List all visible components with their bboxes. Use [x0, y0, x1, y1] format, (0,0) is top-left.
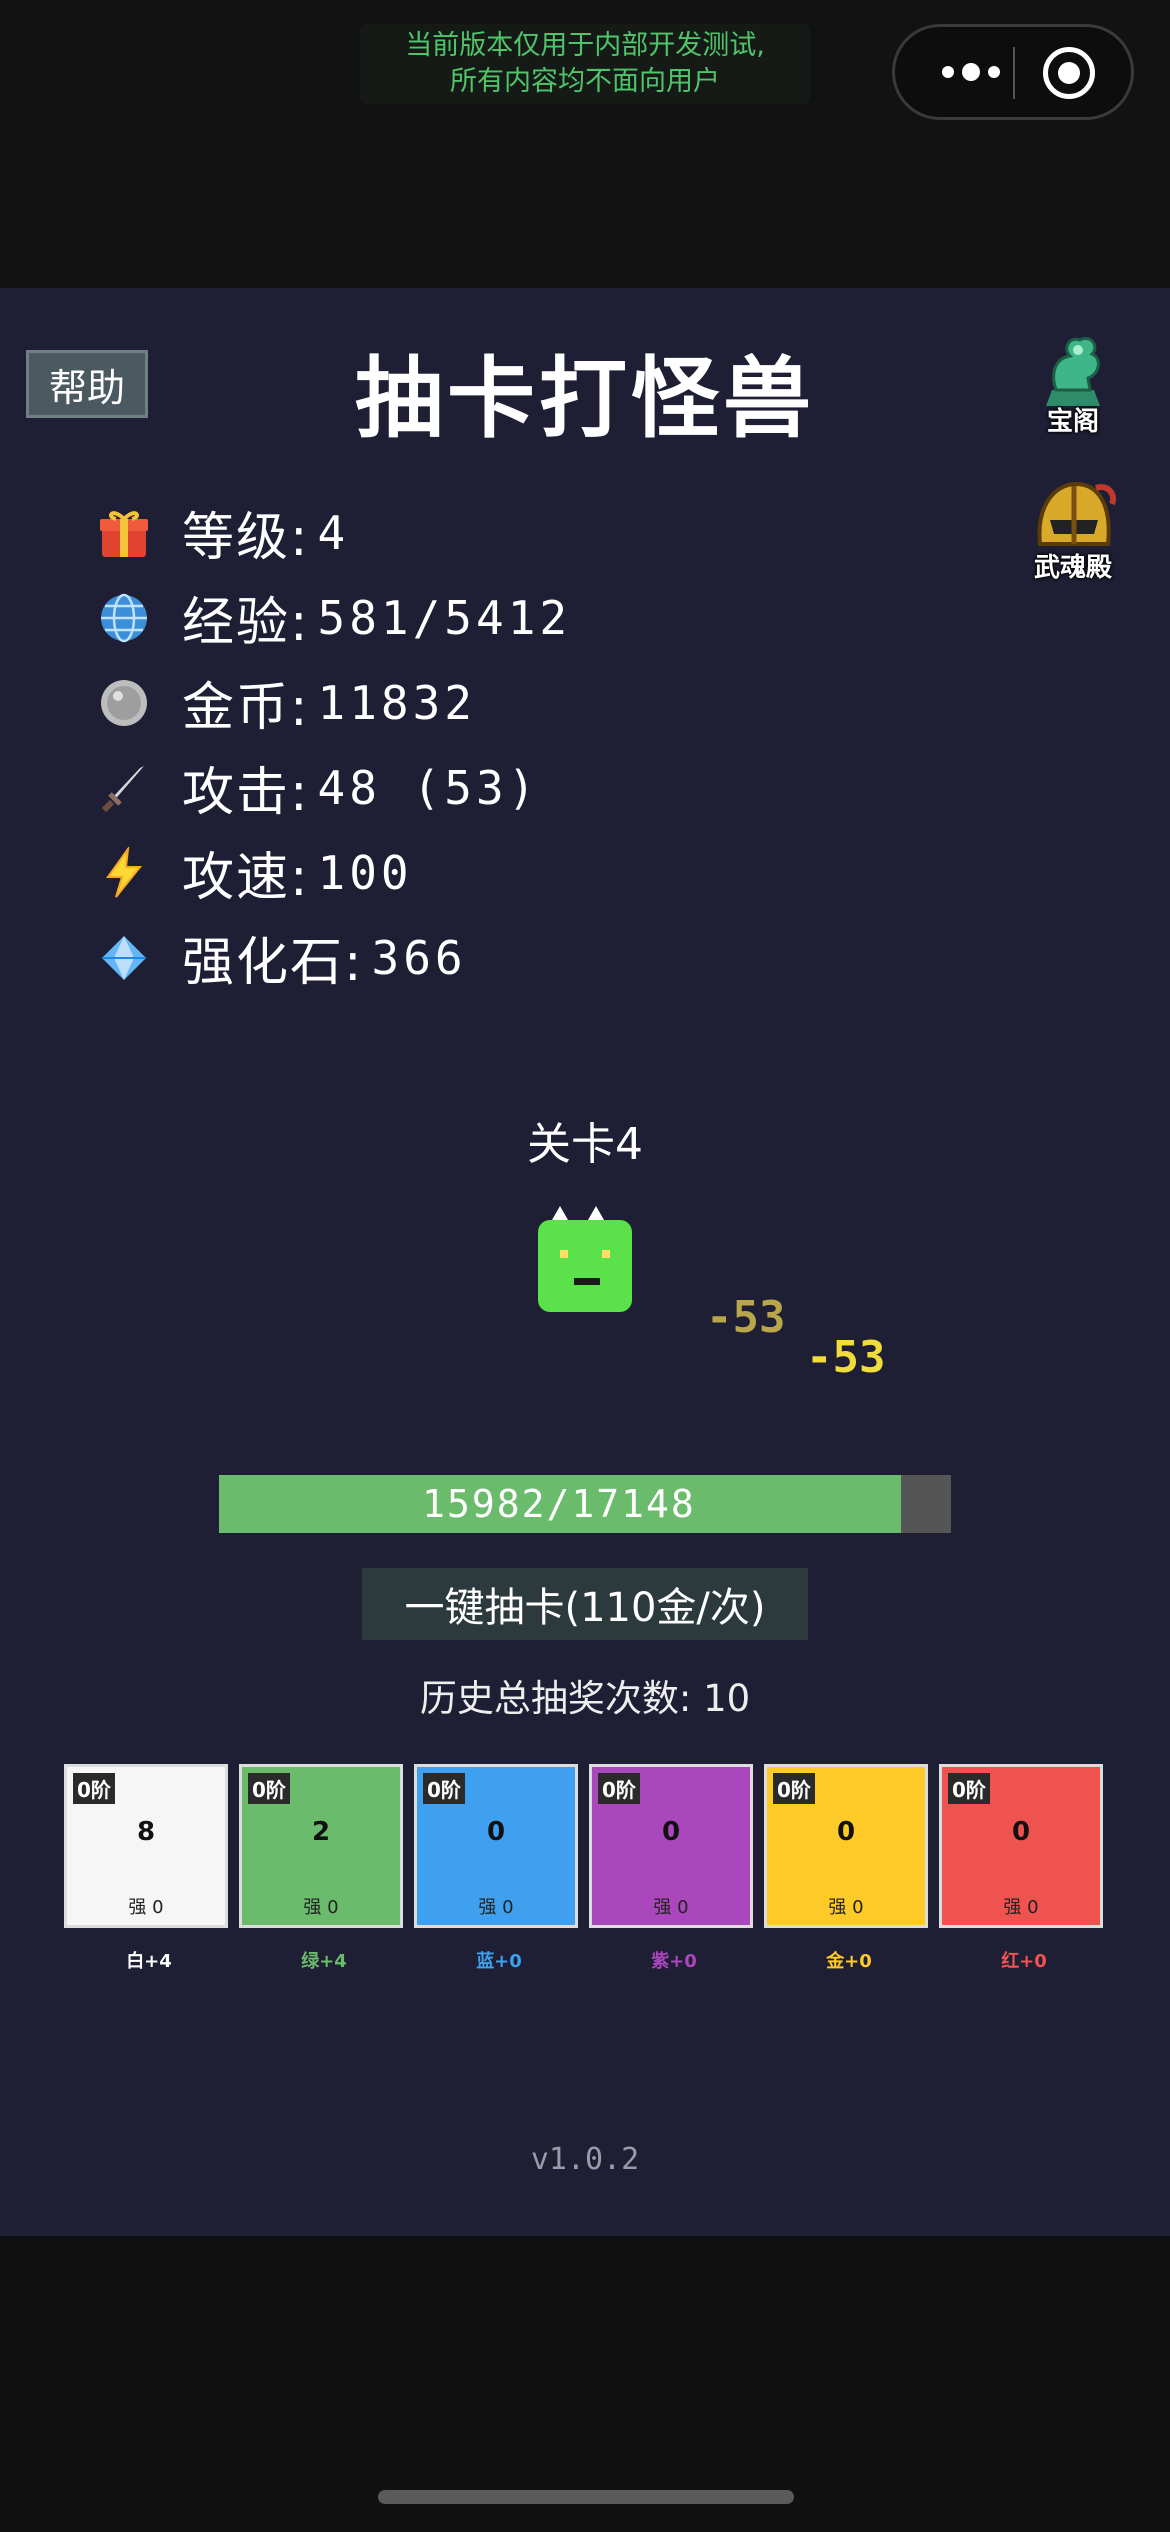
card-caption: 绿+4 — [301, 1951, 347, 1972]
card-green[interactable]: 0阶 2 强 0 绿+4 — [239, 1764, 403, 1972]
draw-cards-button[interactable]: 一键抽卡(110金/次) — [362, 1568, 808, 1640]
stat-enhance-stone: 强化石: 366 — [96, 915, 571, 1000]
sword-icon — [96, 760, 152, 816]
card-rank: 0阶 — [248, 1773, 290, 1804]
stat-label: 强化石: — [182, 933, 364, 993]
card-gold[interactable]: 0阶 0 强 0 金+0 — [764, 1764, 928, 1972]
hp-text: 15982/17148 — [422, 1482, 696, 1526]
lightning-icon — [96, 845, 152, 901]
stat-value: 100 — [317, 845, 413, 900]
card-count: 0 — [661, 1817, 681, 1847]
dev-notice-line-1: 当前版本仅用于内部开发测试, — [405, 30, 765, 61]
card-count: 2 — [311, 1817, 331, 1847]
card-purple[interactable]: 0阶 0 强 0 紫+0 — [589, 1764, 753, 1972]
card-red[interactable]: 0阶 0 强 0 红+0 — [939, 1764, 1103, 1972]
game-panel: 帮助 抽卡打怪兽 宝阁 武魂殿 等级: 4 经验: 581/5412 金币: 1… — [0, 288, 1170, 2236]
card-count: 8 — [136, 1817, 156, 1847]
card-row: 0阶 8 强 0 白+4 0阶 2 强 0 绿+4 0阶 0 强 0 蓝+0 0… — [64, 1764, 1106, 1972]
card-enhance: 强 0 — [653, 1897, 689, 1918]
card-enhance: 强 0 — [478, 1897, 514, 1918]
home-indicator[interactable] — [378, 2490, 794, 2504]
game-title: 抽卡打怪兽 — [354, 347, 815, 450]
card-count: 0 — [486, 1817, 506, 1847]
card-rank: 0阶 — [73, 1773, 115, 1804]
soul-hall-label: 武魂殿 — [1033, 553, 1112, 583]
more-options-button[interactable] — [931, 27, 1011, 117]
card-caption: 金+0 — [826, 1951, 872, 1972]
card-rank: 0阶 — [598, 1773, 640, 1804]
card-caption: 蓝+0 — [476, 1951, 522, 1972]
stat-level: 等级: 4 — [96, 490, 571, 575]
stage-label: 关卡4 — [527, 1119, 643, 1170]
treasure-pavilion-button[interactable]: 宝阁 — [1018, 328, 1128, 438]
damage-number: -53 — [706, 1292, 786, 1343]
card-count: 0 — [836, 1817, 856, 1847]
stat-label: 攻速: — [182, 848, 310, 908]
card-rank: 0阶 — [773, 1773, 815, 1804]
card-enhance: 强 0 — [828, 1897, 864, 1918]
monster-hp-bar: 15982/17148 — [219, 1475, 951, 1533]
stat-gold: 金币: 11832 — [96, 660, 571, 745]
card-rank: 0阶 — [423, 1773, 465, 1804]
version-label: v1.0.2 — [530, 2142, 640, 2177]
card-enhance: 强 0 — [128, 1897, 164, 1918]
dev-notice-line-2: 所有内容均不面向用户 — [450, 66, 720, 97]
stat-attack-speed: 攻速: 100 — [96, 830, 571, 915]
globe-icon — [96, 590, 152, 646]
card-blue[interactable]: 0阶 0 强 0 蓝+0 — [414, 1764, 578, 1972]
capsule-divider — [1013, 47, 1015, 99]
stat-value: 4 — [317, 505, 350, 560]
damage-number: -53 — [806, 1332, 886, 1383]
gem-icon — [96, 930, 152, 986]
card-count: 0 — [1011, 1817, 1031, 1847]
card-enhance: 强 0 — [1003, 1897, 1039, 1918]
card-caption: 紫+0 — [651, 1951, 697, 1972]
stat-value: 581/5412 — [317, 590, 572, 645]
top-bar: 当前版本仅用于内部开发测试, 所有内容均不面向用户 — [0, 0, 1170, 288]
miniapp-capsule — [892, 24, 1134, 120]
card-white[interactable]: 0阶 8 强 0 白+4 — [64, 1764, 228, 1972]
card-caption: 白+4 — [126, 1951, 172, 1972]
dev-notice: 当前版本仅用于内部开发测试, 所有内容均不面向用户 — [360, 24, 810, 104]
stat-experience: 经验: 581/5412 — [96, 575, 571, 660]
stat-label: 经验: — [182, 593, 310, 653]
close-miniapp-button[interactable] — [1043, 47, 1095, 99]
monster-sprite[interactable] — [538, 1202, 632, 1312]
soul-hall-button[interactable]: 武魂殿 — [1018, 474, 1128, 584]
stat-attack: 攻击: 48 (53) — [96, 745, 571, 830]
gift-icon — [96, 505, 152, 561]
coin-icon — [96, 675, 152, 731]
stat-value: 366 — [371, 930, 467, 985]
treasure-pavilion-label: 宝阁 — [1046, 407, 1099, 437]
card-rank: 0阶 — [948, 1773, 990, 1804]
stat-value: 48 (53) — [317, 760, 540, 815]
stat-label: 金币: — [182, 678, 310, 738]
card-caption: 红+0 — [1001, 1951, 1047, 1972]
card-enhance: 强 0 — [303, 1897, 339, 1918]
player-stats: 等级: 4 经验: 581/5412 金币: 11832 攻击: 48 (53) — [96, 490, 571, 1000]
draw-history: 历史总抽奖次数: 10 — [419, 1677, 751, 1720]
stat-label: 攻击: — [182, 763, 310, 823]
stat-value: 11832 — [317, 675, 477, 730]
stat-label: 等级: — [182, 508, 310, 568]
